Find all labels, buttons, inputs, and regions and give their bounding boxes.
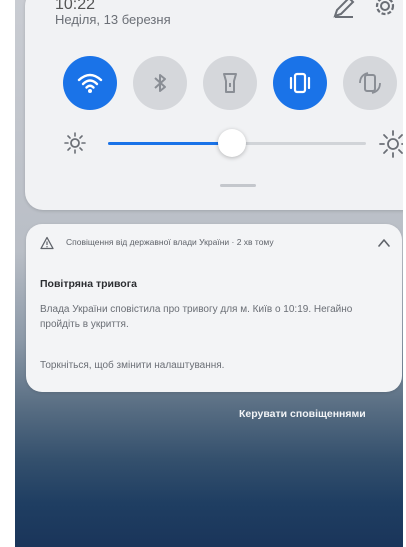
vibrate-tile[interactable] [273,56,327,110]
edit-icon[interactable] [331,0,357,20]
notification-body: Влада України сповістила про тривогу для… [40,304,353,330]
date-label: Неділя, 13 березня [55,12,171,27]
notification-source: Сповіщення від державної влади України ·… [66,237,274,247]
rotate-icon [359,72,381,94]
chevron-up-icon[interactable] [377,237,391,249]
phone-screen: 10:22 Неділя, 13 березня Сповіщення від … [15,0,403,547]
brightness-slider-fill [108,142,232,145]
bluetooth-tile[interactable] [133,56,187,110]
notification-card[interactable]: Сповіщення від державної влади України ·… [26,224,402,392]
warning-icon [40,236,54,250]
flashlight-icon [223,73,237,93]
vibrate-icon [289,72,311,94]
wifi-icon [77,73,103,93]
manage-notifications-button[interactable]: Керувати сповіщеннями [239,408,366,420]
bluetooth-icon [154,74,166,92]
auto-rotate-tile[interactable] [343,56,397,110]
notification-settings-hint[interactable]: Торкніться, щоб змінити налаштування. [40,360,224,371]
wifi-tile[interactable] [63,56,117,110]
brightness-slider-thumb[interactable] [217,129,246,157]
gear-icon[interactable] [371,0,399,20]
panel-drag-handle[interactable] [220,184,256,187]
notification-title: Повітряна тривога [40,278,137,290]
quick-settings-panel: 10:22 Неділя, 13 березня [25,0,403,210]
brightness-low-icon [64,132,86,154]
flashlight-tile[interactable] [203,56,257,110]
brightness-high-icon [379,130,403,158]
